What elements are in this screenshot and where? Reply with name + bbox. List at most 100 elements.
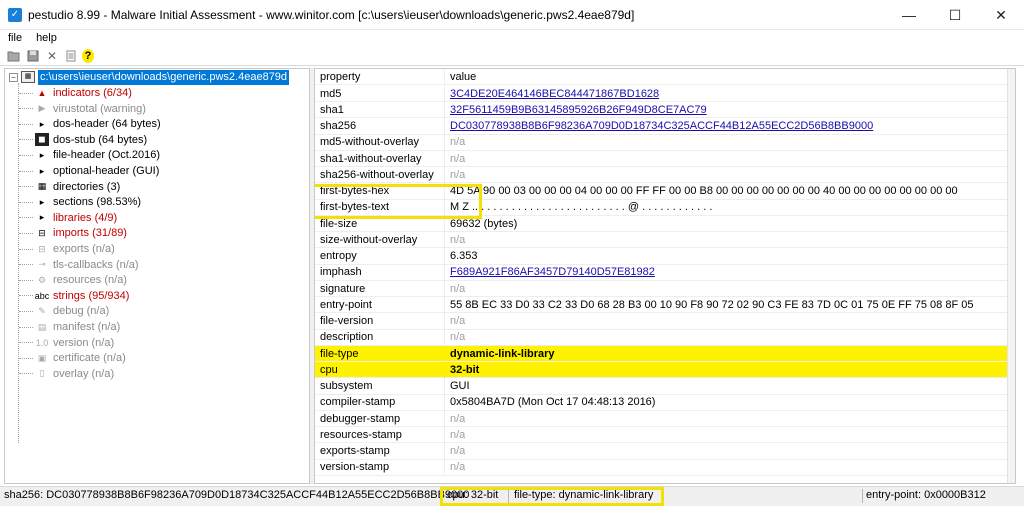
tree-item[interactable]: ▸ dos-header (64 bytes) xyxy=(19,116,161,132)
tree-item[interactable]: 1.0 version (n/a) xyxy=(19,335,114,351)
grid-row[interactable]: description n/a xyxy=(315,329,1009,346)
property-value: n/a xyxy=(450,428,466,441)
property-value: GUI xyxy=(450,380,470,392)
indicators-icon: ▲ xyxy=(37,88,47,98)
grid-row[interactable]: md5-without-overlay n/a xyxy=(315,134,1009,151)
virustotal-icon: ▶ xyxy=(38,103,46,114)
property-name: sha1-without-overlay xyxy=(315,150,445,167)
tree-item[interactable]: ▸ file-header (Oct.2016) xyxy=(19,147,160,163)
tree-root-label[interactable]: c:\users\ieuser\downloads\generic.pws2.4… xyxy=(38,69,290,85)
grid-row[interactable]: compiler-stamp 0x5804BA7D (Mon Oct 17 04:… xyxy=(315,394,1009,411)
tree-item[interactable]: ▸ sections (98.53%) xyxy=(19,194,141,210)
property-name: file-size xyxy=(315,215,445,232)
help-icon[interactable]: ? xyxy=(82,48,94,63)
grid-row[interactable]: imphash F689A921F86AF3457D79140D57E81982 xyxy=(315,264,1009,281)
tree-branch-line xyxy=(19,139,33,141)
tree-item[interactable]: abc strings (95/934) xyxy=(19,288,129,304)
tree-branch-line xyxy=(19,357,33,359)
tree-item[interactable]: ▣ certificate (n/a) xyxy=(19,350,126,366)
tree-item-label: certificate (n/a) xyxy=(53,352,126,365)
close-button[interactable]: ✕ xyxy=(978,0,1024,30)
manifest-icon: ▤ xyxy=(37,321,47,332)
grid-row[interactable]: first-bytes-hex 4D 5A 90 00 03 00 00 00 0… xyxy=(315,183,1009,200)
grid-row[interactable]: entry-point 55 8B EC 33 D0 33 C2 33 D0 68… xyxy=(315,296,1009,314)
column-header-property[interactable]: property xyxy=(315,69,445,85)
grid-row[interactable]: version-stamp n/a xyxy=(315,459,1009,476)
tree-branch-line xyxy=(19,373,33,375)
grid-row[interactable]: cpu 32-bit xyxy=(315,361,1009,379)
tree-view[interactable]: − ▦ c:\users\ieuser\downloads\generic.pw… xyxy=(4,68,310,484)
collapse-icon[interactable]: − xyxy=(9,72,18,82)
tree-item[interactable]: ⊟ imports (31/89) xyxy=(19,225,127,241)
tree-item[interactable]: ⊸ tls-callbacks (n/a) xyxy=(19,257,139,273)
property-value-link[interactable]: 32F5611459B9B63145895926B26F949D8CE7AC79 xyxy=(445,102,707,118)
tree-branch-line xyxy=(19,342,33,344)
window-title: pestudio 8.99 - Malware Initial Assessme… xyxy=(28,7,635,22)
grid-row[interactable]: sha256-without-overlay n/a xyxy=(315,166,1009,184)
certificate-icon: ▣ xyxy=(37,352,47,363)
tls-callbacks-icon: ⊸ xyxy=(38,259,46,270)
tree-item[interactable]: ◼ dos-stub (64 bytes) xyxy=(19,132,147,148)
tree-branch-line xyxy=(19,108,33,110)
grid-row[interactable]: debugger-stamp n/a xyxy=(315,410,1009,427)
column-header-value[interactable]: value xyxy=(445,69,476,85)
tree-branch-line xyxy=(19,279,33,281)
property-name: cpu xyxy=(315,361,445,378)
grid-row[interactable]: sha256 DC030778938B8B6F98236A709D0D18734C… xyxy=(315,118,1009,135)
vertical-scrollbar[interactable] xyxy=(1007,69,1015,483)
resources-icon: ⚙ xyxy=(37,274,47,285)
tree-item[interactable]: ▸ libraries (4/9) xyxy=(19,210,117,226)
tree-item[interactable]: ⚙ resources (n/a) xyxy=(19,272,127,288)
tree-item[interactable]: ▶ virustotal (warning) xyxy=(19,101,146,117)
tree-item[interactable]: ▲ indicators (6/34) xyxy=(19,85,132,101)
property-value-link[interactable]: F689A921F86AF3457D79140D57E81982 xyxy=(445,264,655,280)
property-name: exports-stamp xyxy=(315,443,445,459)
maximize-button[interactable]: ☐ xyxy=(932,0,978,30)
property-value: n/a xyxy=(450,233,466,246)
property-name: file-version xyxy=(315,313,445,329)
tree-root[interactable]: − ▦ c:\users\ieuser\downloads\generic.pw… xyxy=(9,69,290,85)
property-name: first-bytes-hex xyxy=(315,183,445,199)
property-value: 69632 (bytes) xyxy=(450,217,518,230)
grid-row[interactable]: file-version n/a xyxy=(315,313,1009,330)
delete-icon[interactable]: ✕ xyxy=(44,48,60,64)
window-controls: — ☐ ✕ xyxy=(886,0,1024,30)
status-divider xyxy=(862,489,863,503)
tree-branch-line xyxy=(19,123,33,125)
property-value-link[interactable]: DC030778938B8B6F98236A709D0D18734C325ACC… xyxy=(445,118,873,134)
tree-item[interactable]: ▦ directories (3) xyxy=(19,179,120,195)
tree-item[interactable]: ✎ debug (n/a) xyxy=(19,303,109,319)
grid-row[interactable]: subsystem GUI xyxy=(315,378,1009,395)
grid-row[interactable]: entropy 6.353 xyxy=(315,248,1009,265)
grid-row[interactable]: file-type dynamic-link-library xyxy=(315,345,1009,362)
grid-row[interactable]: first-bytes-text M Z .. . . . . . . . . .… xyxy=(315,199,1009,216)
open-folder-icon[interactable] xyxy=(6,48,22,64)
property-value-link[interactable]: 3C4DE20E464146BEC844471867BD1628 xyxy=(445,86,659,102)
property-value: 32-bit xyxy=(450,363,480,376)
grid-row[interactable]: md5 3C4DE20E464146BEC844471867BD1628 xyxy=(315,85,1009,102)
minimize-button[interactable]: — xyxy=(886,0,932,30)
toolbar: ✕ ? xyxy=(0,46,1024,66)
grid-row[interactable]: file-size 69632 (bytes) xyxy=(315,215,1009,232)
list-icon[interactable] xyxy=(63,48,79,64)
grid-row[interactable]: sha1-without-overlay n/a xyxy=(315,150,1009,167)
tree-item[interactable]: ▸ optional-header (GUI) xyxy=(19,163,159,179)
property-value: dynamic-link-library xyxy=(450,347,555,360)
grid-row[interactable]: exports-stamp n/a xyxy=(315,443,1009,460)
tree-branch-line xyxy=(19,92,33,94)
status-entry-point: entry-point: 0x0000B312 xyxy=(866,489,986,501)
save-icon[interactable] xyxy=(25,48,41,64)
libraries-icon: ▸ xyxy=(39,212,45,223)
tree-item[interactable]: ▯ overlay (n/a) xyxy=(19,366,114,382)
menu-file[interactable]: file xyxy=(0,32,29,44)
tree-branch-line xyxy=(19,310,33,312)
tree-item[interactable]: ▤ manifest (n/a) xyxy=(19,319,120,335)
grid-row[interactable]: size-without-overlay n/a xyxy=(315,231,1009,249)
tree-item[interactable]: ⊟ exports (n/a) xyxy=(19,241,115,257)
property-name: description xyxy=(315,329,445,346)
grid-row[interactable]: signature n/a xyxy=(315,280,1009,297)
grid-row[interactable]: resources-stamp n/a xyxy=(315,426,1009,444)
grid-row[interactable]: sha1 32F5611459B9B63145895926B26F949D8CE7… xyxy=(315,101,1009,119)
tree-item-label: tls-callbacks (n/a) xyxy=(53,258,139,271)
menu-help[interactable]: help xyxy=(29,32,64,44)
